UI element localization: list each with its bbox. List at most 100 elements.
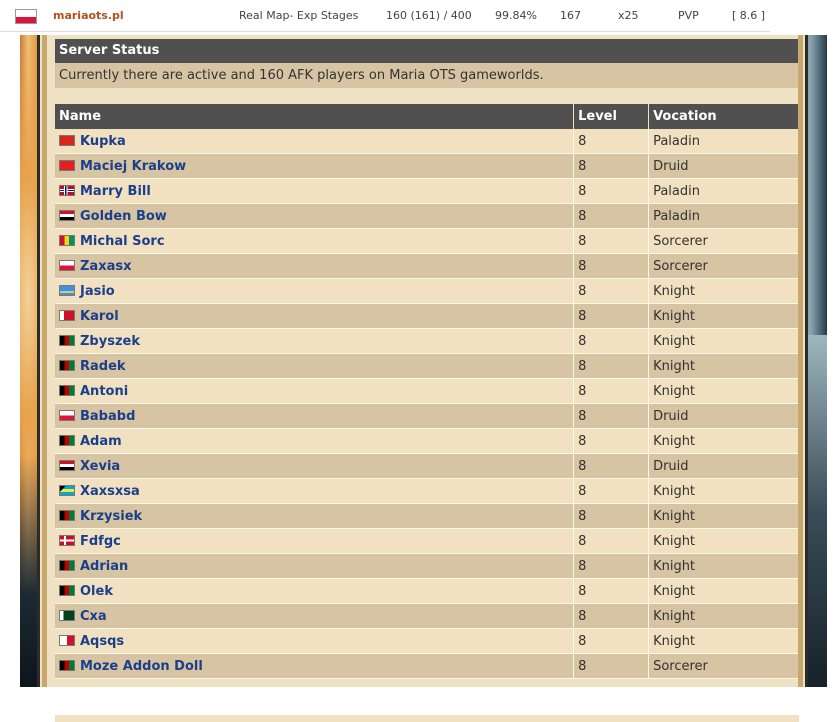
player-name-cell: Adam	[55, 428, 575, 454]
table-row: Zaxasx 8 Sorcerer	[55, 253, 799, 279]
player-name-link[interactable]: Xaxsxsa	[80, 484, 140, 499]
player-name-link[interactable]: Karol	[80, 309, 119, 324]
player-vocation: Druid	[648, 153, 799, 179]
player-name-link[interactable]: Adam	[80, 434, 122, 449]
player-name-cell: Zbyszek	[55, 328, 575, 354]
player-vocation: Knight	[648, 428, 799, 454]
player-vocation: Druid	[648, 403, 799, 429]
server-status-text: Currently there are active and 160 AFK p…	[59, 68, 544, 83]
player-name-link[interactable]: Zbyszek	[80, 334, 140, 349]
sy-flag-icon	[59, 459, 75, 471]
column-header-level: Level	[573, 104, 650, 129]
no-flag-icon	[59, 184, 75, 196]
player-vocation: Knight	[648, 603, 799, 629]
player-vocation: Knight	[648, 278, 799, 304]
player-level: 8	[573, 478, 650, 504]
player-name-cell: Xevia	[55, 453, 575, 479]
table-row: Xaxsxsa 8 Knight	[55, 478, 799, 504]
server-version: [ 8.6 ]	[732, 9, 766, 22]
player-name-link[interactable]: Moze Addon Doll	[80, 659, 203, 674]
vn-flag-icon	[59, 134, 75, 146]
table-row: Adrian 8 Knight	[55, 553, 799, 579]
af-flag-icon	[59, 334, 75, 346]
player-vocation: Knight	[648, 528, 799, 554]
server-status-title: Server Status	[59, 43, 160, 58]
player-name-cell: Bababd	[55, 403, 575, 429]
player-name-link[interactable]: Michal Sorc	[80, 234, 165, 249]
player-level: 8	[573, 403, 650, 429]
player-name-cell: Maciej Krakow	[55, 153, 575, 179]
pl-flag-icon	[59, 259, 75, 271]
af-flag-icon	[59, 584, 75, 596]
player-level: 8	[573, 228, 650, 254]
table-row: Maciej Krakow 8 Druid	[55, 153, 799, 179]
online-players-table: Name Level Vocation Kupka 8 Paladin Maciej …	[55, 104, 799, 679]
table-row: Fdfgc 8 Knight	[55, 528, 799, 554]
al-flag-icon	[59, 159, 75, 171]
player-name-cell: Fdfgc	[55, 528, 575, 554]
server-players: 160 (161) / 400	[386, 9, 472, 22]
player-vocation: Paladin	[648, 203, 799, 229]
player-name-link[interactable]: Adrian	[80, 559, 128, 574]
player-vocation: Druid	[648, 453, 799, 479]
server-name-link[interactable]: mariaots.pl	[53, 9, 124, 22]
player-name-link[interactable]: Zaxasx	[80, 259, 131, 274]
table-row: Aqsqs 8 Knight	[55, 628, 799, 654]
server-count: 167	[560, 9, 581, 22]
player-level: 8	[573, 178, 650, 204]
player-vocation: Knight	[648, 578, 799, 604]
player-name-link[interactable]: Krzysiek	[80, 509, 142, 524]
player-name-link[interactable]: Olek	[80, 584, 113, 599]
player-name-link[interactable]: Bababd	[80, 409, 135, 424]
player-vocation: Knight	[648, 503, 799, 529]
bh-flag-icon	[59, 309, 75, 321]
player-name-link[interactable]: Fdfgc	[80, 534, 121, 549]
af-flag-icon	[59, 359, 75, 371]
table-row: Kupka 8 Paladin	[55, 129, 799, 154]
player-name-link[interactable]: Antoni	[80, 384, 128, 399]
player-name-link[interactable]: Jasio	[80, 284, 115, 299]
player-level: 8	[573, 503, 650, 529]
player-name-link[interactable]: Maciej Krakow	[80, 159, 186, 174]
table-row: Marry Bill 8 Paladin	[55, 178, 799, 204]
player-name-cell: Aqsqs	[55, 628, 575, 654]
player-name-cell: Jasio	[55, 278, 575, 304]
player-level: 8	[573, 303, 650, 329]
player-name-cell: Adrian	[55, 553, 575, 579]
player-level: 8	[573, 428, 650, 454]
server-status-header: Server Status	[55, 39, 799, 63]
player-name-link[interactable]: Aqsqs	[80, 634, 124, 649]
player-vocation: Knight	[648, 378, 799, 404]
server-uptime: 99.84%	[495, 9, 537, 22]
player-name-link[interactable]: Xevia	[80, 459, 120, 474]
player-name-link[interactable]: Marry Bill	[80, 184, 151, 199]
player-level: 8	[573, 353, 650, 379]
server-list-row: mariaots.pl Real Map- Exp Stages 160 (16…	[0, 0, 770, 32]
player-vocation: Knight	[648, 353, 799, 379]
aw-flag-icon	[59, 284, 75, 296]
player-vocation: Paladin	[648, 178, 799, 204]
table-row: Radek 8 Knight	[55, 353, 799, 379]
player-name-link[interactable]: Radek	[80, 359, 126, 374]
player-name-link[interactable]: Kupka	[80, 134, 126, 149]
af-flag-icon	[59, 434, 75, 446]
player-level: 8	[573, 253, 650, 279]
table-row: Karol 8 Knight	[55, 303, 799, 329]
player-name-link[interactable]: Golden Bow	[80, 209, 167, 224]
player-level: 8	[573, 203, 650, 229]
table-row: Cxa 8 Knight	[55, 603, 799, 629]
player-level: 8	[573, 328, 650, 354]
af-flag-icon	[59, 384, 75, 396]
player-level: 8	[573, 129, 650, 154]
player-name-cell: Kupka	[55, 129, 575, 154]
table-header-row: Name Level Vocation	[55, 104, 799, 129]
player-name-link[interactable]: Cxa	[80, 609, 107, 624]
server-status-message: Currently there are active and 160 AFK p…	[55, 63, 799, 88]
player-name-cell: Michal Sorc	[55, 228, 575, 254]
iq-flag-icon	[59, 209, 75, 221]
server-rate: x25	[618, 9, 639, 22]
column-header-name: Name	[55, 104, 575, 129]
server-type: PVP	[678, 9, 699, 22]
column-header-vocation: Vocation	[648, 104, 799, 129]
table-row: Adam 8 Knight	[55, 428, 799, 454]
